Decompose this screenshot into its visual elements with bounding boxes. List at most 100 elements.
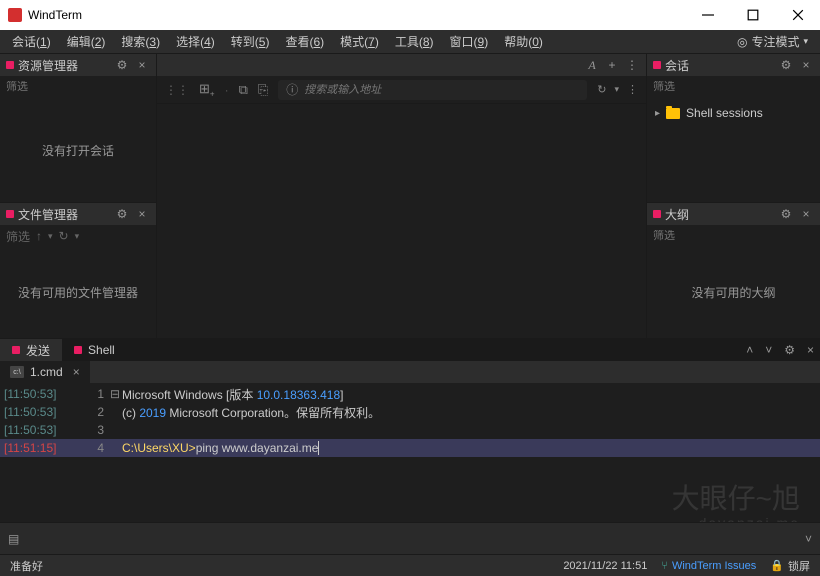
lock-icon: 🔒 <box>770 559 784 572</box>
gear-icon: ⚙ <box>117 58 128 72</box>
focus-mode-button[interactable]: ◎ 专注模式 ▾ <box>729 33 816 50</box>
statusbar: 准备好 2021/11/22 11:51 ⑂ WindTerm Issues 🔒… <box>0 554 820 576</box>
terminal-line: [11:50:53]2 (c) 2019 Microsoft Corporatio… <box>0 403 820 421</box>
target-icon: ◎ <box>737 35 747 49</box>
bottom-tab[interactable]: Shell <box>62 339 127 361</box>
up-icon[interactable]: ↑ <box>36 229 42 243</box>
menu-item[interactable]: 模式(7) <box>332 33 387 50</box>
address-input[interactable] <box>304 84 579 96</box>
terminal-line: [11:50:53]3 <box>0 421 820 439</box>
info-icon[interactable]: ⓘ <box>286 81 298 98</box>
gear-icon: ⚙ <box>781 207 792 221</box>
branch-icon: ⑂ <box>661 560 668 572</box>
collapse-up-button[interactable]: ˄ <box>740 343 759 357</box>
panel-close-button[interactable]: × <box>798 207 814 221</box>
tabs-settings-button[interactable]: ⚙ <box>778 343 801 357</box>
menu-item[interactable]: 编辑(2) <box>59 33 114 50</box>
menu-item[interactable]: 转到(5) <box>223 33 278 50</box>
input-mode-icon[interactable]: ▤ <box>8 532 19 546</box>
panel-close-button[interactable]: × <box>798 58 814 72</box>
explorer-empty-text: 没有打开会话 <box>0 98 156 202</box>
chevron-right-icon: ▸ <box>655 108 660 119</box>
watermark: 大眼仔~旭 dayanzai.me <box>672 482 800 522</box>
status-link[interactable]: ⑂ WindTerm Issues <box>661 560 756 572</box>
chevron-down-icon: ▾ <box>803 36 808 47</box>
panel-settings-button[interactable]: ⚙ <box>778 58 794 72</box>
filemgr-filter-label: 筛选 <box>6 228 30 245</box>
collapse-down-button[interactable]: ˅ <box>759 343 778 357</box>
more-button[interactable]: ⋮ <box>624 58 640 72</box>
panel-indicator-icon <box>653 210 661 218</box>
menu-item[interactable]: 会话(1) <box>4 33 59 50</box>
refresh-button[interactable]: ↻ <box>597 83 606 96</box>
explorer-title: 资源管理器 <box>18 57 110 74</box>
outline-empty-text: 没有可用的大纲 <box>647 247 820 338</box>
panel-settings-button[interactable]: ⚙ <box>778 207 794 221</box>
menu-item[interactable]: 工具(8) <box>387 33 442 50</box>
status-datetime: 2021/11/22 11:51 <box>563 560 647 572</box>
explorer-filter-input[interactable] <box>6 81 150 93</box>
sessions-filter-input[interactable] <box>653 81 814 93</box>
address-bar: ⋮⋮ ⊞+ · ⧉ ⎘ ⓘ ↻ ▾ ⋮ <box>157 76 646 104</box>
focus-mode-label: 专注模式 <box>751 33 799 50</box>
fold-icon[interactable]: ⊟ <box>110 387 122 401</box>
plus-icon: + <box>608 58 615 72</box>
maximize-button[interactable] <box>730 0 775 30</box>
add-button[interactable]: + <box>604 58 620 72</box>
line-number: 2 <box>86 405 110 419</box>
app-logo <box>8 8 22 22</box>
more-button[interactable]: ⋮ <box>627 83 638 96</box>
window-title: WindTerm <box>28 8 685 22</box>
panel-close-button[interactable]: × <box>134 58 150 72</box>
expand-icon[interactable]: ˅ <box>805 532 812 546</box>
panel-settings-button[interactable]: ⚙ <box>114 58 130 72</box>
menu-item[interactable]: 窗口(9) <box>442 33 497 50</box>
panel-indicator-icon <box>6 210 14 218</box>
bottom-tab[interactable]: 发送 <box>0 339 62 361</box>
chevron-down-icon: ˅ <box>765 343 772 357</box>
menu-item[interactable]: 帮助(0) <box>496 33 551 50</box>
new-tab-icon[interactable]: ⊞+ <box>199 81 215 99</box>
minimize-icon <box>702 9 714 21</box>
filemgr-empty-text: 没有可用的文件管理器 <box>0 247 156 338</box>
maximize-icon <box>747 9 759 21</box>
subtab-close-button[interactable]: × <box>73 365 80 379</box>
close-icon: × <box>802 58 809 72</box>
minimize-button[interactable] <box>685 0 730 30</box>
line-number: 3 <box>86 423 110 437</box>
menu-item[interactable]: 搜索(3) <box>113 33 168 50</box>
copy-icon[interactable]: ⎘ <box>258 82 268 98</box>
sessions-title: 会话 <box>665 57 774 74</box>
sessions-panel: 会话 ⚙ × ▸ Shell sessions <box>647 54 820 203</box>
panel-settings-button[interactable]: ⚙ <box>114 207 130 221</box>
terminal-text: Microsoft Windows [版本 10.0.18363.418] <box>122 386 820 403</box>
outline-filter-input[interactable] <box>653 230 814 242</box>
subtab-cmd[interactable]: c:\ 1.cmd × <box>0 361 90 383</box>
font-button[interactable]: A <box>584 58 600 73</box>
session-item-label: Shell sessions <box>686 106 763 120</box>
titlebar: WindTerm <box>0 0 820 30</box>
panel-close-button[interactable]: × <box>134 207 150 221</box>
timestamp: [11:50:53] <box>4 387 86 401</box>
terminal-text: (c) 2019 Microsoft Corporation。保留所有权利。 <box>122 404 820 421</box>
terminal[interactable]: [11:50:53]1⊟Microsoft Windows [版本 10.0.1… <box>0 383 820 522</box>
terminal-line: [11:50:53]1⊟Microsoft Windows [版本 10.0.1… <box>0 385 820 403</box>
sub-tabs: c:\ 1.cmd × <box>0 361 820 383</box>
close-button[interactable] <box>775 0 820 30</box>
more-icon: ⋮ <box>626 58 638 72</box>
timestamp: [11:51:15] <box>4 441 86 455</box>
center-body <box>157 104 646 338</box>
menu-item[interactable]: 查看(6) <box>277 33 332 50</box>
input-area: ▤ ˅ <box>0 522 820 554</box>
refresh-icon[interactable]: ↻ <box>59 229 69 243</box>
status-lock[interactable]: 🔒 锁屏 <box>770 558 810 574</box>
filemgr-panel: 文件管理器 ⚙ × 筛选 ↑ ▾ ↻ ▾ 没有可用的文件管理器 <box>0 203 156 338</box>
tabs-close-button[interactable]: × <box>801 343 820 357</box>
timestamp: [11:50:53] <box>4 405 86 419</box>
session-item[interactable]: ▸ Shell sessions <box>655 104 812 122</box>
bottom-tabs: 发送Shell ˄ ˅ ⚙ × <box>0 339 820 361</box>
grip-icon[interactable]: ⋮⋮ <box>165 83 189 97</box>
filemgr-toolbar: 筛选 ↑ ▾ ↻ ▾ <box>0 225 156 247</box>
menu-item[interactable]: 选择(4) <box>168 33 223 50</box>
external-icon[interactable]: ⧉ <box>239 82 248 98</box>
